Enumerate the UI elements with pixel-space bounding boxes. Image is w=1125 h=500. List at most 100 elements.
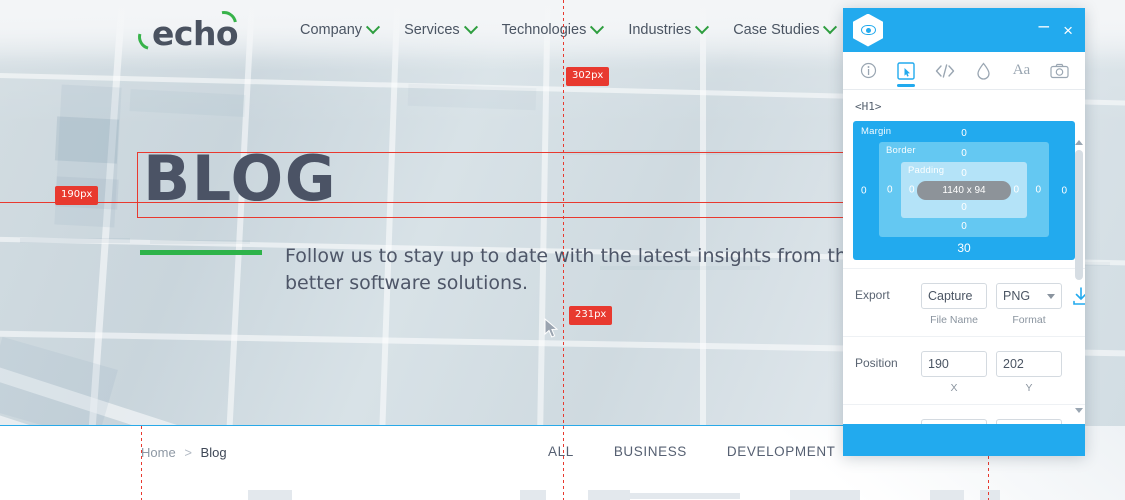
typography-label: Aa [1012,62,1031,78]
filter-all[interactable]: ALL [548,444,574,459]
category-filters: ALL BUSINESS DEVELOPMENT [548,444,836,459]
primary-navigation: Company Services Technologies Industries… [300,20,894,38]
file-name-field-group: Capture File Name [921,283,987,326]
breadcrumb-current: Blog [200,445,227,460]
app-logo-icon [853,13,883,47]
nav-label: Services [404,22,460,38]
eyedropper-drop-icon [976,61,990,80]
window-controls: – × [1038,17,1073,40]
code-icon [935,63,955,78]
hero-accent-rule [140,250,262,255]
box-model-border-label: Border [886,145,916,156]
breadcrumb-separator: > [184,445,192,460]
box-model-diagram: Margin 0 0 0 Border 0 0 0 Padding 0 0 0 … [853,121,1075,260]
screen-root: echo Company Services Technologies Indus… [0,0,1125,500]
box-model-padding-region: Padding 0 0 0 1140 x 94 0 [901,162,1027,218]
position-x-group: 190 X [921,351,987,394]
tab-code[interactable] [932,56,958,86]
breadcrumb: Home > Blog [141,445,227,460]
box-model-padding-label: Padding [908,165,945,176]
selection-rectangle [137,152,844,218]
vertical-guide-left [141,426,142,500]
scroll-thumb[interactable] [1075,150,1083,280]
border-bottom-value: 0 [961,221,967,232]
inspector-panel[interactable]: – × Aa <H1> Margin 0 0 0 Border 0 0 0 Pa… [843,8,1085,456]
file-name-input[interactable]: Capture [921,283,987,309]
padding-left-value: 0 [909,184,915,196]
nav-item-case-studies[interactable]: Case Studies [733,20,838,38]
chevron-down-icon [365,20,381,35]
file-name-sublabel: File Name [930,314,978,326]
vertical-guide-center [563,0,564,500]
filter-business[interactable]: BUSINESS [614,444,687,459]
filter-development[interactable]: DEVELOPMENT [727,444,836,459]
margin-bottom-value: 30 [957,241,971,255]
position-label: Position [855,356,898,370]
panel-tabbar: Aa [843,52,1085,90]
nav-item-company[interactable]: Company [300,20,381,38]
size-section: Size 1140 Width 94 Height [843,404,1085,424]
tab-screenshot[interactable] [1047,56,1073,86]
tab-select[interactable] [893,56,919,87]
format-value: PNG [1003,289,1031,303]
nav-item-industries[interactable]: Industries [628,20,710,38]
scroll-down-arrow[interactable] [1075,406,1083,414]
padding-right-value: 0 [1013,184,1019,196]
measurement-badge-left: 190px [55,186,99,205]
minimize-button[interactable]: – [1038,17,1049,36]
select-area-icon [897,61,916,80]
chevron-down-icon [823,20,838,35]
site-logo[interactable]: echo [133,5,243,55]
breadcrumb-home[interactable]: Home [141,445,176,460]
export-section: Export Capture File Name PNG Format [843,268,1085,336]
box-model-border-region: Border 0 0 0 Padding 0 0 0 1140 x 94 0 0 [879,142,1049,237]
position-x-sublabel: X [950,382,958,394]
position-y-sublabel: Y [1025,382,1033,394]
format-select[interactable]: PNG [996,283,1062,309]
nav-label: Technologies [501,22,587,38]
border-right-value: 0 [1035,184,1041,195]
size-label: Size [855,419,911,424]
position-y-group: 202 Y [996,351,1062,394]
margin-right-value: 0 [1061,185,1067,196]
tab-typography[interactable]: Aa [1008,56,1034,86]
format-field-group: PNG Format [996,283,1062,326]
nav-item-services[interactable]: Services [404,20,478,38]
info-icon [860,62,876,79]
measurement-badge-bottom: 231px [569,306,613,325]
box-model-content-size: 1140 x 94 [917,181,1011,200]
border-left-value: 0 [887,184,893,195]
tab-info[interactable] [855,56,881,86]
nav-item-technologies[interactable]: Technologies [501,20,605,38]
padding-bottom-value: 0 [961,202,967,213]
size-width-input[interactable]: 1140 [921,419,987,424]
nav-label: Industries [628,22,692,38]
close-button[interactable]: × [1063,22,1073,39]
export-label: Export [855,288,890,302]
position-x-input[interactable]: 190 [921,351,987,377]
tab-color[interactable] [970,56,996,86]
camera-icon [1050,63,1069,78]
nav-label: Case Studies [733,22,820,38]
format-sublabel: Format [1012,314,1046,326]
box-model-margin-label: Margin [861,126,892,137]
chevron-down-icon [463,20,478,35]
size-width-group: 1140 Width [921,419,987,424]
size-height-group: 94 Height [996,419,1062,424]
panel-scrollbar[interactable] [1075,138,1083,414]
chevron-down-icon [590,20,605,35]
mouse-cursor [544,318,559,338]
size-height-input[interactable]: 94 [996,419,1062,424]
panel-body: <H1> Margin 0 0 0 Border 0 0 0 Padding 0… [843,90,1085,424]
chevron-down-icon [695,20,710,35]
margin-left-value: 0 [861,185,867,196]
scroll-up-arrow[interactable] [1075,138,1083,146]
measurement-badge-top: 302px [566,67,610,86]
position-y-input[interactable]: 202 [996,351,1062,377]
panel-titlebar[interactable]: – × [843,8,1085,52]
panel-footer-bar[interactable] [843,424,1085,456]
selected-element-tag: <H1> [855,100,882,113]
nav-label: Company [300,22,363,38]
position-section: Position 190 X 202 Y [843,336,1085,404]
baseline-guide [0,425,845,426]
